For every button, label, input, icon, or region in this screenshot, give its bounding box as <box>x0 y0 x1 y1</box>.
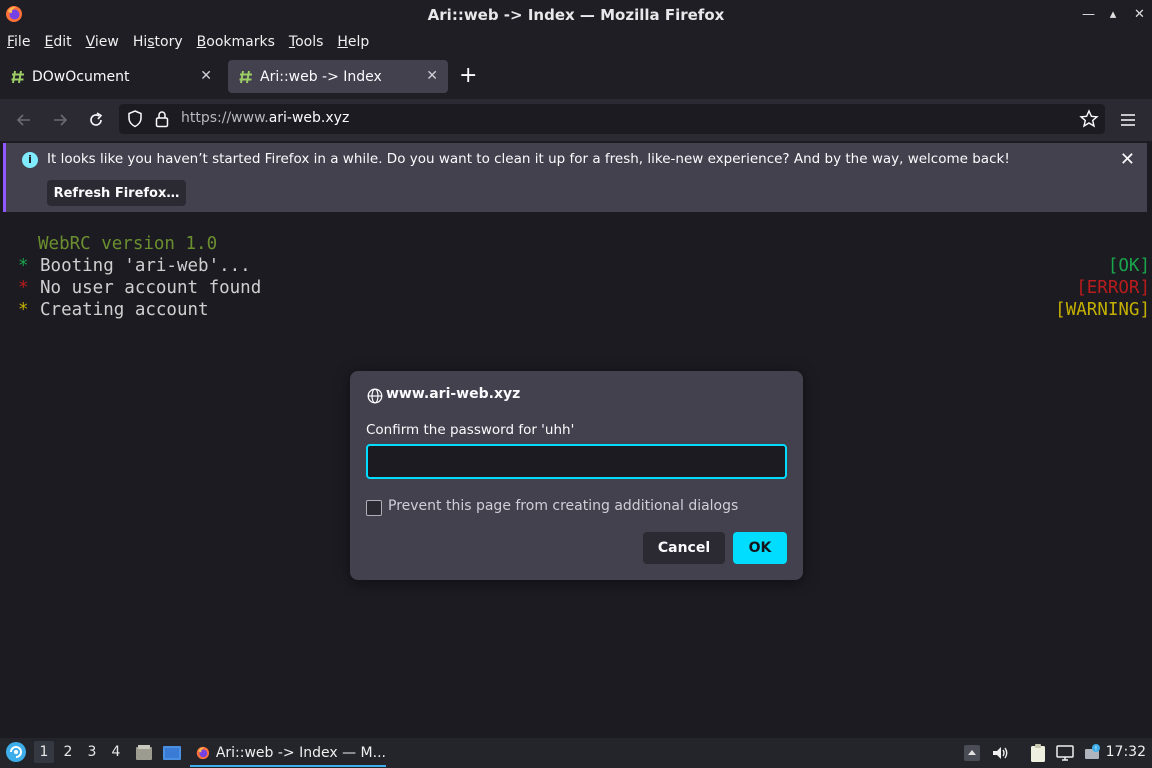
hashtag-icon <box>11 70 24 83</box>
tab-label: DOwOcument <box>32 68 130 85</box>
taskbar: 1 2 3 4 Ari::web -> Index — M... ! 17:32 <box>0 738 1152 768</box>
terminal-line-text: Creating account <box>40 300 209 320</box>
start-menu-icon[interactable] <box>5 741 27 763</box>
ok-button[interactable]: OK <box>733 532 787 564</box>
shield-icon[interactable] <box>127 110 143 128</box>
workspace-1[interactable]: 1 <box>34 741 54 763</box>
notification-icon[interactable]: ! <box>1082 743 1102 763</box>
status-ok: [OK] <box>1107 256 1150 276</box>
status-error: [ERROR] <box>1076 278 1150 298</box>
terminal-line: * Creating account [WARNING] <box>0 300 1152 322</box>
version-line: WebRC version 1.0 <box>38 234 218 254</box>
password-dialog: www.ari-web.xyz Confirm the password for… <box>350 371 803 580</box>
menu-view[interactable]: View <box>86 34 119 50</box>
taskbar-firefox-task[interactable]: Ari::web -> Index — M... <box>190 740 386 767</box>
workspace-3[interactable]: 3 <box>82 744 102 760</box>
terminal-line-text: Booting 'ari-web'... <box>40 256 251 276</box>
reload-icon[interactable] <box>84 108 108 132</box>
url-prefix: https://www. <box>181 110 269 126</box>
window-title: Ari::web -> Index — Mozilla Firefox <box>427 5 725 24</box>
clipboard-icon[interactable] <box>1028 743 1048 763</box>
cancel-label: Cancel <box>657 540 711 556</box>
hamburger-menu-icon[interactable] <box>1116 108 1140 132</box>
terminal-line: * No user account found [ERROR] <box>0 278 1152 300</box>
refresh-firefox-button[interactable]: Refresh Firefox… <box>47 180 186 206</box>
window-controls: — ▴ ✕ <box>1082 0 1145 29</box>
terminal-line: * Booting 'ari-web'... [OK] <box>0 256 1152 278</box>
task-label: Ari::web -> Index — M... <box>215 744 386 761</box>
url-text: https://www.ari-web.xyz <box>181 110 349 126</box>
tab-label: Ari::web -> Index <box>260 68 382 85</box>
ok-label: OK <box>748 540 772 556</box>
refresh-firefox-label: Refresh Firefox… <box>53 185 180 201</box>
svg-text:!: ! <box>1095 746 1097 753</box>
globe-icon <box>367 388 383 404</box>
status-warning: [WARNING] <box>1055 300 1150 320</box>
clock: 17:32 <box>1105 744 1146 760</box>
bookmark-star-icon[interactable] <box>1079 109 1099 129</box>
dialog-prompt: Confirm the password for 'uhh' <box>366 422 575 438</box>
status-star: * <box>18 300 29 320</box>
tab-dowocument[interactable]: DOwOcument ✕ <box>0 60 222 93</box>
url-domain: ari-web.xyz <box>268 110 350 126</box>
dialog-host: www.ari-web.xyz <box>386 386 521 402</box>
refresh-notification-bar: i It looks like you haven’t started Fire… <box>3 143 1147 212</box>
forward-icon[interactable] <box>48 108 72 132</box>
close-tab-icon[interactable]: ✕ <box>426 68 438 84</box>
info-icon: i <box>22 152 38 168</box>
close-notification-icon[interactable]: ✕ <box>1120 149 1135 170</box>
file-manager-icon[interactable] <box>134 743 154 763</box>
maximize-icon[interactable]: ▴ <box>1108 7 1118 22</box>
tab-bar: DOwOcument ✕ Ari::web -> Index ✕ + <box>0 54 1152 99</box>
close-icon[interactable]: ✕ <box>1134 7 1145 22</box>
tray-expand-icon[interactable] <box>962 743 982 763</box>
prevent-dialogs-label[interactable]: Prevent this page from creating addition… <box>388 498 738 514</box>
firefox-icon <box>196 746 210 759</box>
menu-tools[interactable]: Tools <box>289 34 324 50</box>
status-star: * <box>18 278 29 298</box>
menu-file[interactable]: File <box>7 34 30 50</box>
minimize-icon[interactable]: — <box>1082 7 1095 22</box>
menu-help[interactable]: Help <box>337 34 369 50</box>
window-titlebar: Ari::web -> Index — Mozilla Firefox — ▴ … <box>0 0 1152 29</box>
cancel-button[interactable]: Cancel <box>643 532 725 564</box>
menu-edit[interactable]: Edit <box>44 34 71 50</box>
notification-message: It looks like you haven’t started Firefo… <box>47 151 1010 167</box>
hashtag-icon <box>239 70 252 83</box>
menubar: File Edit View History Bookmarks Tools H… <box>0 29 1152 54</box>
lock-icon[interactable] <box>155 110 169 128</box>
new-tab-icon[interactable]: + <box>459 65 477 87</box>
back-icon[interactable] <box>12 108 36 132</box>
desktop-icon[interactable] <box>162 743 182 763</box>
url-bar[interactable]: https://www.ari-web.xyz <box>119 104 1105 134</box>
menu-history[interactable]: History <box>133 34 183 50</box>
workspace-2[interactable]: 2 <box>58 744 78 760</box>
close-tab-icon[interactable]: ✕ <box>200 68 212 84</box>
menu-bookmarks[interactable]: Bookmarks <box>197 34 275 50</box>
navigation-bar: https://www.ari-web.xyz <box>0 99 1152 141</box>
volume-icon[interactable] <box>990 743 1010 763</box>
network-icon[interactable] <box>1055 743 1075 763</box>
tab-ari-web[interactable]: Ari::web -> Index ✕ <box>228 60 448 93</box>
prevent-dialogs-checkbox[interactable] <box>366 500 382 516</box>
status-star: * <box>18 256 29 276</box>
workspace-4[interactable]: 4 <box>106 744 126 760</box>
terminal-line-text: No user account found <box>40 278 262 298</box>
password-input[interactable] <box>366 444 787 479</box>
firefox-icon <box>6 6 22 22</box>
